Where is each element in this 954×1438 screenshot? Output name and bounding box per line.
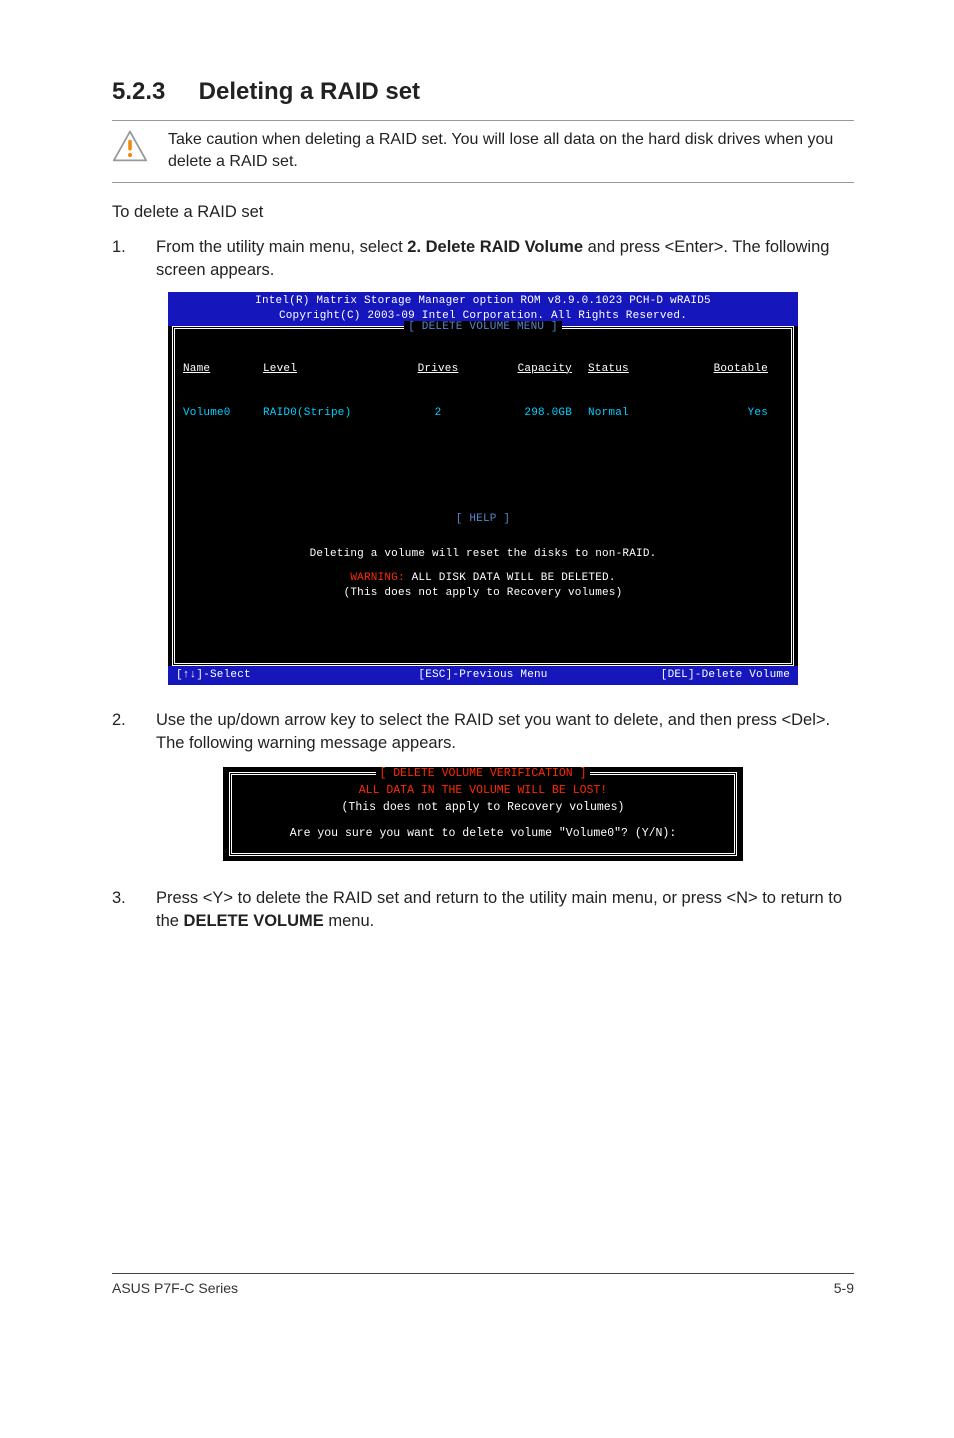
help-pane: [ HELP ] Deleting a volume will reset th… bbox=[172, 521, 794, 667]
hdr-name: Name bbox=[183, 362, 263, 377]
step-3: 3. Press <Y> to delete the RAID set and … bbox=[112, 887, 854, 933]
hdr-drives: Drives bbox=[403, 362, 473, 377]
step1-pre: From the utility main menu, select bbox=[156, 238, 407, 256]
page-footer: ASUS P7F-C Series 5-9 bbox=[112, 1273, 854, 1296]
help-line-3: (This does not apply to Recovery volumes… bbox=[183, 586, 783, 601]
table-row[interactable]: Volume0 RAID0(Stripe) 2 298.0GB Normal Y… bbox=[183, 406, 783, 421]
step-number: 1. bbox=[112, 236, 134, 282]
step-body: From the utility main menu, select 2. De… bbox=[156, 236, 854, 282]
help-warning: WARNING: ALL DISK DATA WILL BE DELETED. bbox=[183, 571, 783, 586]
cell-capacity: 298.0GB bbox=[473, 406, 588, 421]
step3-post: menu. bbox=[324, 912, 374, 930]
cell-name: Volume0 bbox=[183, 406, 263, 421]
hdr-capacity: Capacity bbox=[473, 362, 588, 377]
help-line-1: Deleting a volume will reset the disks t… bbox=[183, 547, 783, 562]
hdr-level: Level bbox=[263, 362, 403, 377]
step3-bold: DELETE VOLUME bbox=[184, 912, 324, 930]
hdr-status: Status bbox=[588, 362, 673, 377]
bios-delete-verification-dialog: [ DELETE VOLUME VERIFICATION ] ALL DATA … bbox=[223, 767, 743, 861]
volume-table: Name Level Drives Capacity Status Bootab… bbox=[183, 332, 783, 451]
foot-esc: [ESC]-Previous Menu bbox=[381, 668, 586, 683]
bios-footer-bar: [↑↓]-Select [ESC]-Previous Menu [DEL]-De… bbox=[168, 666, 798, 685]
dialog-line-2: (This does not apply to Recovery volumes… bbox=[242, 800, 724, 817]
warning-label: WARNING: bbox=[350, 572, 404, 584]
cell-bootable: Yes bbox=[673, 406, 768, 421]
intro-line: To delete a RAID set bbox=[112, 201, 854, 224]
step-1: 1. From the utility main menu, select 2.… bbox=[112, 236, 854, 282]
section-number: 5.2.3 bbox=[112, 78, 192, 106]
step-number: 2. bbox=[112, 709, 134, 755]
section-heading: 5.2.3 Deleting a RAID set bbox=[112, 78, 854, 106]
frame-title-top: [ DELETE VOLUME MENU ] bbox=[175, 320, 791, 335]
foot-del: [DEL]-Delete Volume bbox=[585, 668, 790, 683]
dialog-title: [ DELETE VOLUME VERIFICATION ] bbox=[232, 766, 734, 783]
step-number: 3. bbox=[112, 887, 134, 933]
cell-drives: 2 bbox=[403, 406, 473, 421]
step-body: Use the up/down arrow key to select the … bbox=[156, 709, 854, 755]
delete-volume-menu-pane: [ DELETE VOLUME MENU ] Name Level Drives… bbox=[172, 326, 794, 521]
step-2: 2. Use the up/down arrow key to select t… bbox=[112, 709, 854, 755]
dialog-prompt: Are you sure you want to delete volume "… bbox=[242, 826, 724, 843]
footer-page-number: 5-9 bbox=[834, 1280, 854, 1296]
footer-left: ASUS P7F-C Series bbox=[112, 1280, 238, 1296]
table-header: Name Level Drives Capacity Status Bootab… bbox=[183, 362, 783, 377]
dialog-frame: [ DELETE VOLUME VERIFICATION ] ALL DATA … bbox=[229, 772, 737, 856]
dialog-lost-line: ALL DATA IN THE VOLUME WILL BE LOST! bbox=[242, 783, 724, 800]
bios-title-1: Intel(R) Matrix Storage Manager option R… bbox=[176, 294, 790, 309]
hdr-bootable: Bootable bbox=[673, 362, 768, 377]
caution-box: Take caution when deleting a RAID set. Y… bbox=[112, 120, 854, 183]
step-body: Press <Y> to delete the RAID set and ret… bbox=[156, 887, 854, 933]
warning-rest: ALL DISK DATA WILL BE DELETED. bbox=[405, 572, 616, 584]
bios-delete-volume-screen: Intel(R) Matrix Storage Manager option R… bbox=[168, 292, 798, 685]
cell-status: Normal bbox=[588, 406, 673, 421]
spacer bbox=[183, 451, 783, 513]
step1-bold: 2. Delete RAID Volume bbox=[407, 238, 583, 256]
section-title: Deleting a RAID set bbox=[199, 78, 420, 105]
warning-icon bbox=[112, 129, 148, 163]
cell-level: RAID0(Stripe) bbox=[263, 406, 403, 421]
caution-text: Take caution when deleting a RAID set. Y… bbox=[168, 129, 854, 172]
foot-select: [↑↓]-Select bbox=[176, 668, 381, 683]
frame-title-help: [ HELP ] bbox=[175, 512, 791, 527]
